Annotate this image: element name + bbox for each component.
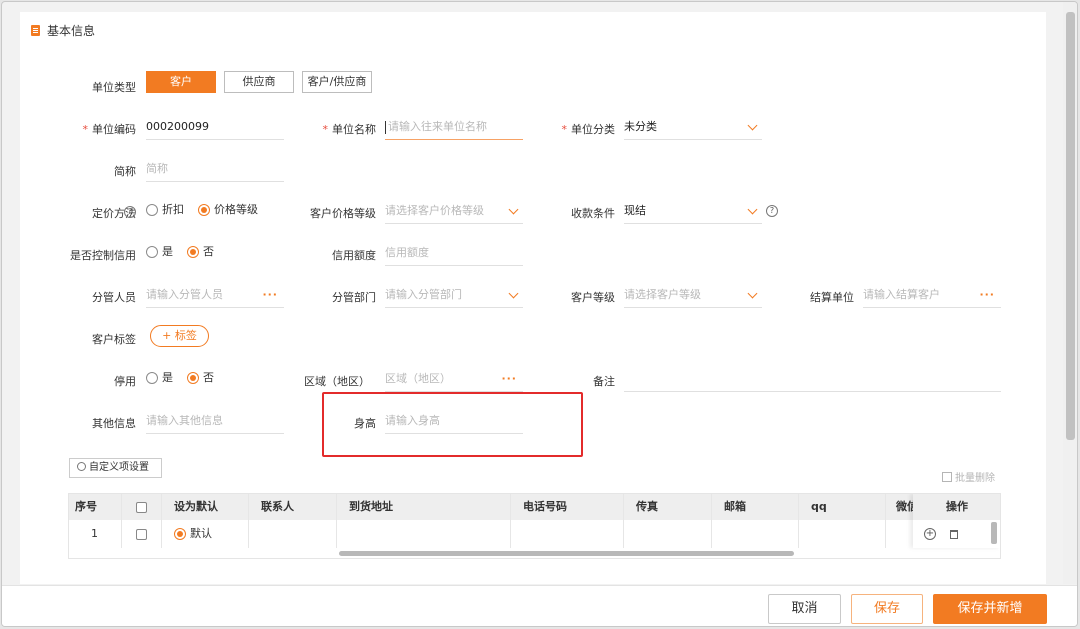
unit-category-label: * 单位分类 (561, 123, 616, 136)
payment-terms-label: 收款条件 (571, 207, 615, 220)
table-row-fax[interactable] (624, 520, 712, 548)
table-vertical-scrollbar[interactable] (991, 522, 997, 544)
column-header-contact: 联系人 (249, 494, 337, 520)
unit-type-both-button[interactable]: 客户/供应商 (302, 71, 372, 93)
other-info-label: 其他信息 (92, 417, 136, 430)
payment-terms-select[interactable]: 现结 (624, 198, 762, 224)
remark-input[interactable] (624, 366, 1001, 392)
disabled-label: 停用 (114, 375, 136, 388)
section-title: 基本信息 (47, 24, 96, 38)
bulk-delete-button[interactable]: 批量删除 (942, 469, 995, 484)
credit-control-no-radio[interactable]: 否 (187, 245, 214, 259)
unit-type-supplier-button[interactable]: 供应商 (224, 71, 294, 93)
column-header-default: 设为默认 (162, 494, 249, 520)
dialog-window: 基本信息 单位类型 客户 供应商 客户/供应商 * 单位编码 000200099 … (1, 1, 1078, 627)
disabled-yes-radio[interactable]: 是 (146, 371, 173, 385)
highlight-box (322, 392, 583, 457)
trash-icon[interactable] (950, 530, 958, 539)
table-row-address[interactable] (337, 520, 511, 548)
unit-type-customer-button[interactable]: 客户 (146, 71, 216, 93)
save-button[interactable]: 保存 (851, 594, 923, 624)
column-header-operations: 操作 (913, 494, 1000, 520)
footer-bar: 取消 保存 保存并新增 (2, 585, 1077, 626)
help-icon[interactable]: ? (124, 206, 136, 218)
unit-category-select[interactable]: 未分类 (624, 114, 762, 140)
custom-settings-button[interactable]: 自定义项设置 (69, 458, 162, 478)
remark-label: 备注 (593, 375, 615, 388)
page-scrollbar[interactable] (1063, 2, 1077, 584)
table-row-index: 1 (69, 520, 122, 548)
unit-name-label: * 单位名称 (322, 123, 377, 136)
column-header-index: 序号 (69, 494, 122, 520)
select-all-checkbox[interactable] (136, 501, 147, 513)
table-row-qq[interactable] (799, 520, 886, 548)
table-row-phone[interactable] (511, 520, 624, 548)
delete-box-icon (942, 472, 952, 482)
table-row-default[interactable]: 默认 (162, 520, 249, 548)
price-level-label: 客户价格等级 (310, 207, 376, 220)
pricing-price-level-radio[interactable]: 价格等级 (198, 203, 258, 217)
save-and-new-button[interactable]: 保存并新增 (933, 594, 1047, 624)
unit-type-label: 单位类型 (92, 81, 136, 94)
column-header-phone: 电话号码 (511, 494, 624, 520)
staff-label: 分管人员 (92, 291, 136, 304)
gear-icon (77, 462, 86, 471)
row-checkbox[interactable] (136, 528, 147, 540)
chevron-down-icon (747, 120, 758, 131)
short-name-label: 简称 (114, 165, 136, 178)
contacts-table: 序号 设为默认 联系人 到货地址 电话号码 传真 邮箱 qq 微信 1 默认 操… (68, 493, 1001, 559)
credit-limit-label: 信用额度 (332, 249, 376, 262)
page-scrollbar-thumb[interactable] (1066, 12, 1075, 440)
department-label: 分管部门 (332, 291, 376, 304)
column-header-address: 到货地址 (337, 494, 511, 520)
credit-control-yes-radio[interactable]: 是 (146, 245, 173, 259)
credit-limit-input[interactable]: 信用额度 (385, 240, 523, 266)
credit-control-radio-group: 是 否 (146, 245, 228, 259)
credit-control-label: 是否控制信用 (70, 249, 136, 262)
table-row-contact[interactable] (249, 520, 337, 548)
region-label: 区域（地区） (304, 375, 370, 388)
pricing-method-label: 定价方法 (92, 207, 136, 220)
pricing-method-radio-group: 折扣 价格等级 (146, 203, 272, 217)
pricing-discount-radio[interactable]: 折扣 (146, 203, 184, 217)
unit-code-label: * 单位编码 (82, 123, 137, 136)
short-name-input[interactable]: 简称 (146, 156, 284, 182)
column-header-fax: 传真 (624, 494, 712, 520)
table-row-email[interactable] (712, 520, 799, 548)
column-header-email: 邮箱 (712, 494, 799, 520)
customer-level-label: 客户等级 (571, 291, 615, 304)
chevron-down-icon (747, 204, 758, 215)
disabled-no-radio[interactable]: 否 (187, 371, 214, 385)
table-row-select (122, 520, 162, 548)
column-header-select (122, 494, 162, 520)
settlement-unit-input[interactable]: 请输入结算客户 ··· (863, 282, 1001, 308)
cancel-button[interactable]: 取消 (768, 594, 841, 624)
more-icon[interactable]: ··· (979, 282, 995, 308)
settlement-unit-label: 结算单位 (810, 291, 854, 304)
customer-tag-label: 客户标签 (92, 333, 136, 346)
table-horizontal-scrollbar[interactable] (339, 551, 794, 556)
add-tag-button[interactable]: + 标签 (150, 325, 209, 347)
column-header-qq: qq (799, 494, 886, 520)
document-icon (31, 25, 40, 36)
help-icon[interactable]: ? (766, 205, 778, 217)
add-row-icon[interactable]: + (924, 528, 936, 540)
disabled-radio-group: 是 否 (146, 371, 228, 385)
operations-column: 操作 + (913, 494, 1000, 548)
